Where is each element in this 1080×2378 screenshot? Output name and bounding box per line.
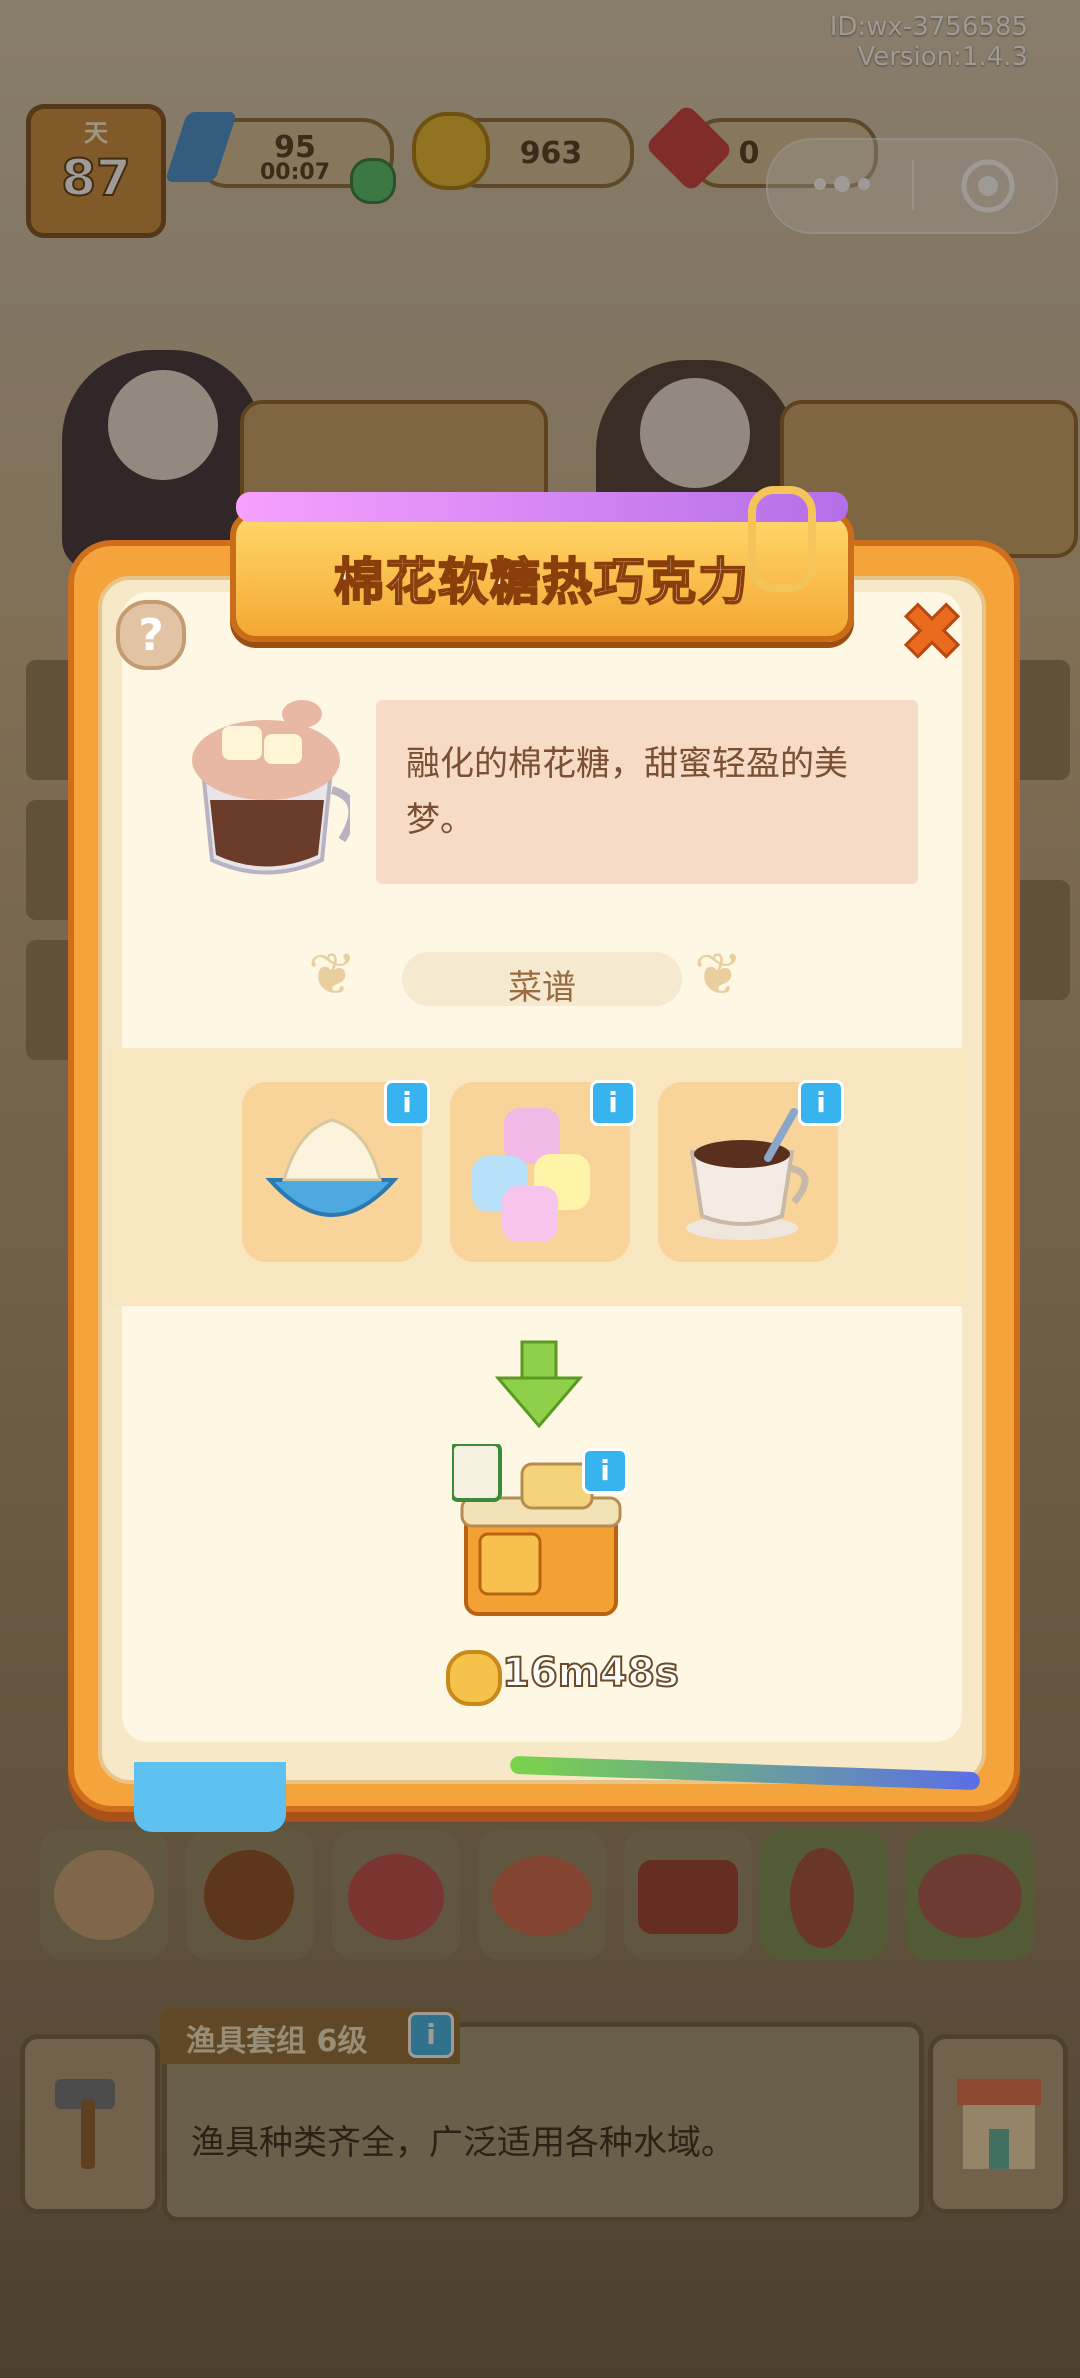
station-info-button[interactable]: i — [582, 1448, 628, 1494]
marshmallow-hot-chocolate-icon — [192, 700, 357, 875]
dish-description: 融化的棉花糖，甜蜜轻盈的美梦。 — [406, 744, 848, 840]
recipe-label: 菜谱 — [508, 968, 576, 1008]
question-icon: ? — [138, 610, 164, 661]
dish-image — [182, 690, 357, 890]
left-ornament-icon: ❦ — [308, 940, 357, 1008]
cook-timer: 16m48s — [501, 1649, 680, 1697]
stopwatch-icon — [446, 1650, 502, 1706]
paperclip-icon — [748, 486, 816, 592]
close-button[interactable]: ✖ — [896, 587, 968, 680]
ingredient-info-button[interactable]: i — [590, 1080, 636, 1126]
help-button[interactable]: ? — [116, 600, 186, 670]
recipe-header: 菜谱 — [402, 952, 682, 1008]
ingredient-info-button[interactable]: i — [384, 1080, 430, 1126]
whipped-cream-icon — [265, 1118, 399, 1217]
description-box: 融化的棉花糖，甜蜜轻盈的美梦。 — [376, 700, 918, 884]
ingredient-info-button[interactable]: i — [798, 1080, 844, 1126]
blue-bookmark-tab — [134, 1762, 286, 1832]
down-arrow-icon — [494, 1340, 584, 1430]
right-ornament-icon: ❦ — [694, 940, 743, 1008]
close-icon: ✖ — [898, 587, 966, 680]
